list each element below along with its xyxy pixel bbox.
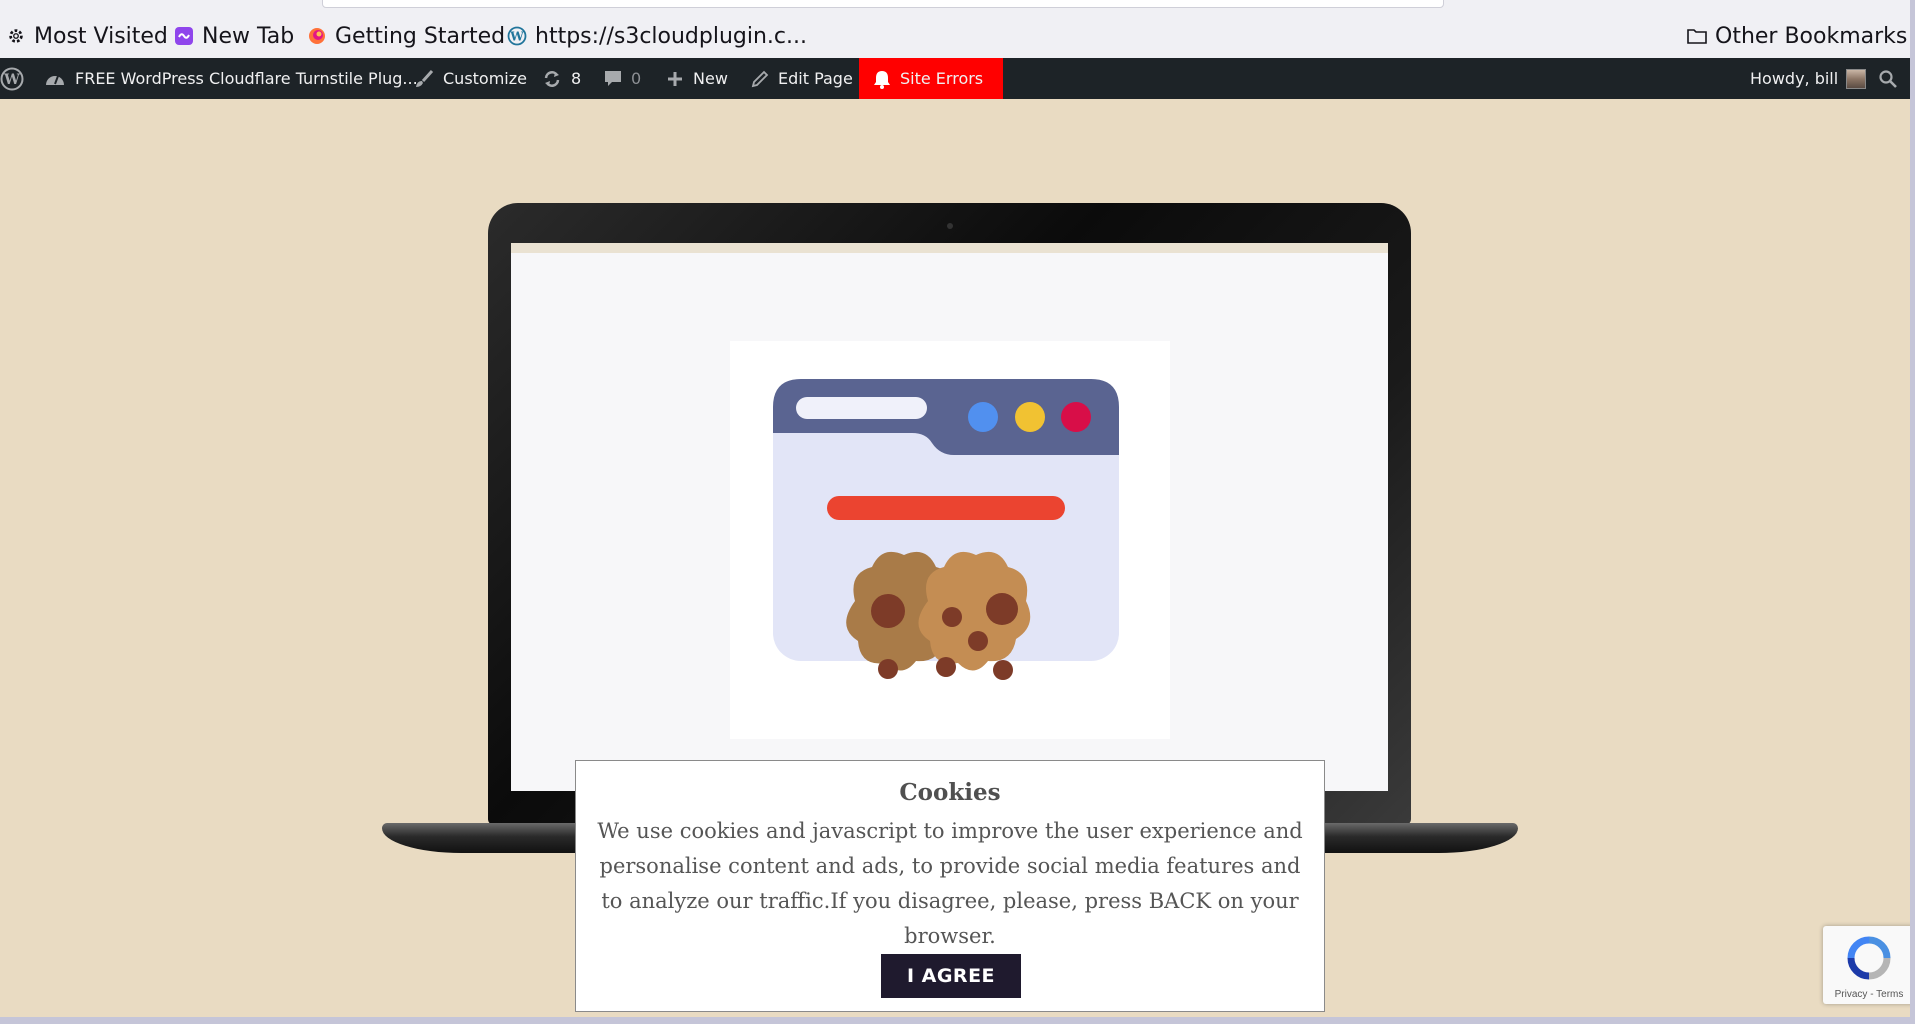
bookmark-label: Other Bookmarks (1715, 23, 1908, 49)
plus-icon (666, 70, 684, 88)
comment-icon (604, 70, 622, 88)
cookie-title: Cookies (899, 779, 1001, 806)
comments-link[interactable]: 0 (604, 58, 641, 99)
window-edge-bottom (0, 1017, 1915, 1024)
bookmark-label: New Tab (202, 23, 295, 49)
url-bar[interactable] (322, 0, 1444, 8)
new-tab-icon (174, 26, 194, 46)
gear-icon (6, 26, 26, 46)
search-icon (1878, 69, 1898, 89)
page-content: Cookies We use cookies and javascript to… (0, 99, 1910, 1017)
laptop-camera (947, 223, 953, 229)
my-account-menu[interactable]: Howdy, bill (1750, 58, 1867, 99)
howdy-label: Howdy, bill (1750, 69, 1839, 88)
wordpress-logo-icon: W (0, 67, 24, 91)
bookmark-label: Most Visited (34, 23, 168, 49)
updates-link[interactable]: 8 (542, 58, 581, 99)
bookmark-most-visited[interactable]: Most Visited (6, 22, 168, 50)
paintbrush-icon (414, 69, 434, 89)
wp-logo-menu[interactable]: W (0, 58, 30, 99)
bookmark-label: Getting Started (335, 23, 506, 49)
wordpress-icon: W (507, 26, 527, 46)
new-label: New (693, 69, 728, 88)
bookmark-other-bookmarks[interactable]: Other Bookmarks (1687, 22, 1907, 50)
site-errors-label: Site Errors (900, 69, 984, 88)
bookmarks-toolbar: Most Visited New Tab Getting Started W h… (0, 0, 1910, 58)
recaptcha-terms-link[interactable]: Privacy - Terms (1823, 989, 1910, 1000)
bell-icon (873, 69, 891, 89)
firefox-icon (307, 26, 327, 46)
wp-admin-bar: W FREE WordPress Cloudflare Turnstile Pl… (0, 58, 1910, 99)
cookie-message: We use cookies and javascript to improve… (597, 819, 1303, 948)
search-toggle[interactable] (1878, 58, 1907, 99)
site-errors-link[interactable]: Site Errors (859, 58, 1004, 99)
new-content-menu[interactable]: New (666, 58, 728, 99)
svg-text:W: W (3, 72, 20, 88)
recaptcha-badge[interactable]: Privacy - Terms (1823, 926, 1910, 1004)
avatar (1846, 68, 1867, 89)
edit-page-label: Edit Page (778, 69, 853, 88)
folder-icon (1687, 26, 1707, 46)
pencil-icon (751, 70, 769, 88)
cookie-consent-banner: Cookies We use cookies and javascript to… (575, 760, 1325, 1012)
site-name-label: FREE WordPress Cloudflare Turnstile Plug… (75, 69, 418, 88)
customize-link[interactable]: Customize (414, 58, 527, 99)
recaptcha-logo-icon (1845, 934, 1893, 986)
customize-label: Customize (443, 69, 527, 88)
window-edge-right (1910, 0, 1915, 1024)
edit-page-link[interactable]: Edit Page (751, 58, 853, 99)
svg-text:W: W (509, 30, 524, 44)
dashboard-icon (44, 69, 66, 89)
site-name-menu[interactable]: FREE WordPress Cloudflare Turnstile Plug… (44, 58, 418, 99)
updates-icon (542, 69, 562, 89)
bookmark-getting-started[interactable]: Getting Started (307, 22, 505, 50)
screen-menu-bar (511, 243, 1388, 253)
agree-button[interactable]: I AGREE (881, 954, 1021, 998)
comments-count: 0 (631, 69, 642, 88)
bookmark-s3cloudplugin[interactable]: W https://s3cloudplugin.c... (507, 22, 807, 50)
updates-count: 8 (571, 69, 582, 88)
bookmark-label: https://s3cloudplugin.c... (535, 23, 808, 49)
cookie-browser-illustration (730, 341, 1170, 739)
bookmark-new-tab[interactable]: New Tab (174, 22, 294, 50)
